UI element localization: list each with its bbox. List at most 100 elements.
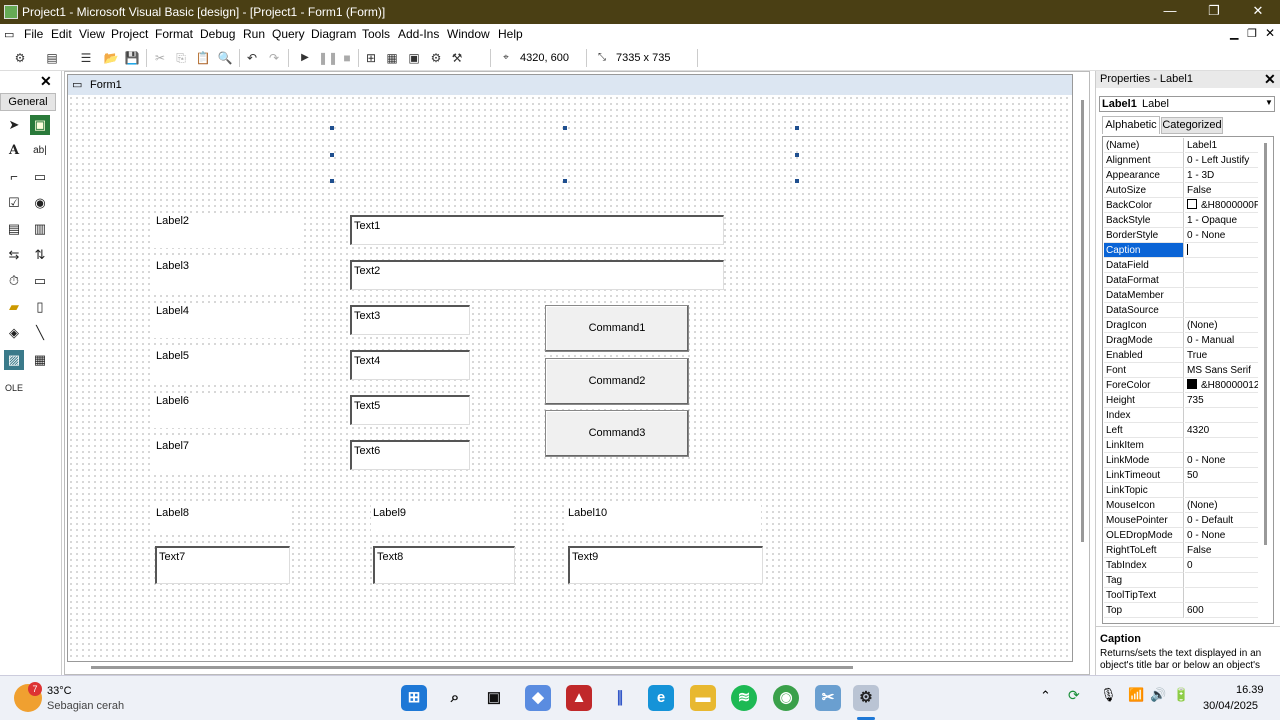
menu-format[interactable]: Format <box>155 27 193 41</box>
property-row-left[interactable]: Left 4320 <box>1104 423 1258 438</box>
menu-debug[interactable]: Debug <box>200 27 235 41</box>
pointer-tool-icon[interactable]: ➤ <box>4 115 24 135</box>
property-row-top[interactable]: Top 600 <box>1104 603 1258 618</box>
property-name[interactable]: ForeColor <box>1104 378 1184 393</box>
property-value[interactable]: False <box>1185 183 1258 198</box>
property-name[interactable]: Height <box>1104 393 1184 408</box>
toolbox-icon[interactable]: ⚒ <box>449 50 465 66</box>
property-value[interactable] <box>1185 273 1258 288</box>
property-value[interactable] <box>1185 243 1258 258</box>
property-name[interactable]: DataSource <box>1104 303 1184 318</box>
property-name[interactable]: Index <box>1104 408 1184 423</box>
data-tool-icon[interactable]: ▦ <box>30 350 50 370</box>
property-row-enabled[interactable]: Enabled True <box>1104 348 1258 363</box>
property-value[interactable]: 0 - None <box>1185 528 1258 543</box>
resize-handle[interactable] <box>330 153 334 157</box>
label3[interactable]: Label3 <box>154 258 304 293</box>
label9[interactable]: Label9 <box>371 505 513 535</box>
property-name[interactable]: MousePointer <box>1104 513 1184 528</box>
property-name[interactable]: DragMode <box>1104 333 1184 348</box>
add-form-icon[interactable]: ▤ <box>44 50 60 66</box>
properties-close-icon[interactable]: ✕ <box>1264 71 1276 88</box>
property-value[interactable]: 735 <box>1185 393 1258 408</box>
property-name[interactable]: DataField <box>1104 258 1184 273</box>
task-view-icon[interactable]: ▣ <box>481 685 507 711</box>
combobox-tool-icon[interactable]: ▤ <box>4 219 24 239</box>
property-value[interactable] <box>1185 303 1258 318</box>
property-row-datafield[interactable]: DataField <box>1104 258 1258 273</box>
property-name[interactable]: DataMember <box>1104 288 1184 303</box>
property-name[interactable]: LinkTopic <box>1104 483 1184 498</box>
menu-edit[interactable]: Edit <box>51 27 72 41</box>
property-row-dragicon[interactable]: DragIcon (None) <box>1104 318 1258 333</box>
object-selector[interactable]: Label1 Label ▼ <box>1099 96 1275 112</box>
sync-icon[interactable]: ⟳ <box>1068 687 1080 704</box>
label10[interactable]: Label10 <box>566 505 761 535</box>
label2[interactable]: Label2 <box>154 213 304 248</box>
menu-diagram[interactable]: Diagram <box>311 27 356 41</box>
property-row-height[interactable]: Height 735 <box>1104 393 1258 408</box>
property-value[interactable]: 0 - None <box>1185 453 1258 468</box>
property-row-backcolor[interactable]: BackColor &H8000000F <box>1104 198 1258 213</box>
property-value[interactable] <box>1185 408 1258 423</box>
close-button[interactable]: ✕ <box>1236 0 1280 24</box>
property-row-tag[interactable]: Tag <box>1104 573 1258 588</box>
save-icon[interactable]: 💾 <box>124 50 140 66</box>
property-value[interactable] <box>1185 438 1258 453</box>
property-row-righttoleft[interactable]: RightToLeft False <box>1104 543 1258 558</box>
chevron-down-icon[interactable]: ▼ <box>1265 98 1273 107</box>
property-value[interactable]: 0 - Default <box>1185 513 1258 528</box>
property-row-dataformat[interactable]: DataFormat <box>1104 273 1258 288</box>
property-row-index[interactable]: Index <box>1104 408 1258 423</box>
menu-file[interactable]: File <box>24 27 43 41</box>
text5[interactable]: Text5 <box>350 395 470 425</box>
property-value[interactable]: 50 <box>1185 468 1258 483</box>
start-icon[interactable]: ▶ <box>297 50 313 66</box>
battery-icon[interactable]: 🔋 <box>1173 687 1189 703</box>
property-name[interactable]: ToolTipText <box>1104 588 1184 603</box>
label4[interactable]: Label4 <box>154 303 304 338</box>
horizontal-scrollbar[interactable] <box>91 666 853 669</box>
menu-add-ins[interactable]: Add-Ins <box>398 27 439 41</box>
property-row-caption[interactable]: Caption <box>1104 243 1258 258</box>
property-value[interactable]: 0 <box>1185 558 1258 573</box>
toolbox-tab-general[interactable]: General <box>0 93 56 111</box>
menu-run[interactable]: Run <box>243 27 265 41</box>
optionbutton-tool-icon[interactable]: ◉ <box>30 193 50 213</box>
tab-categorized[interactable]: Categorized <box>1161 117 1223 134</box>
property-value[interactable]: (None) <box>1185 318 1258 333</box>
maximize-button[interactable]: ❐ <box>1192 0 1236 24</box>
property-value[interactable]: Label1 <box>1185 138 1258 153</box>
property-value[interactable]: (None) <box>1185 498 1258 513</box>
command3-button[interactable]: Command3 <box>545 410 689 457</box>
property-value[interactable]: MS Sans Serif <box>1185 363 1258 378</box>
shape-tool-icon[interactable]: ◈ <box>4 323 24 343</box>
property-value[interactable]: False <box>1185 543 1258 558</box>
copilot-icon[interactable]: ◆ <box>525 685 551 711</box>
checkbox-tool-icon[interactable]: ☑ <box>4 193 24 213</box>
resize-handle[interactable] <box>795 179 799 183</box>
property-name[interactable]: Appearance <box>1104 168 1184 183</box>
property-value[interactable] <box>1185 288 1258 303</box>
end-icon[interactable]: ■ <box>339 50 355 66</box>
copy-icon[interactable]: ⎘ <box>173 50 189 66</box>
frame-tool-icon[interactable]: ⌐ <box>4 167 24 187</box>
property-row-mouseicon[interactable]: MouseIcon (None) <box>1104 498 1258 513</box>
clock-date[interactable]: 30/04/2025 <box>1203 700 1258 712</box>
property-row-linkmode[interactable]: LinkMode 0 - None <box>1104 453 1258 468</box>
menu-project[interactable]: Project <box>111 27 148 41</box>
property-name[interactable]: MouseIcon <box>1104 498 1184 513</box>
menu-editor-icon[interactable]: ☰ <box>78 50 94 66</box>
property-row-linktopic[interactable]: LinkTopic <box>1104 483 1258 498</box>
property-row-borderstyle[interactable]: BorderStyle 0 - None <box>1104 228 1258 243</box>
ole-tool-icon[interactable]: OLE <box>4 378 24 398</box>
resize-handle[interactable] <box>563 179 567 183</box>
property-name[interactable]: Alignment <box>1104 153 1184 168</box>
form-layout-icon[interactable]: ▣ <box>406 50 422 66</box>
hscrollbar-tool-icon[interactable]: ⇆ <box>4 245 24 265</box>
property-row-datasource[interactable]: DataSource <box>1104 303 1258 318</box>
picturebox-tool-icon[interactable]: ▣ <box>30 115 50 135</box>
toolbox-close-icon[interactable]: ✕ <box>40 73 52 90</box>
start-icon[interactable]: ⊞ <box>401 685 427 711</box>
edge-icon[interactable]: e <box>648 685 674 711</box>
